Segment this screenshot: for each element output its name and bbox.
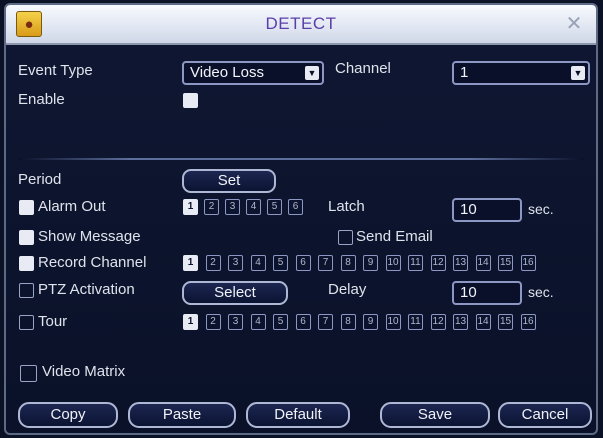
video-matrix-label: Video Matrix	[42, 363, 126, 380]
period-set-button[interactable]: Set	[182, 169, 276, 193]
show-message-label: Show Message	[38, 228, 141, 245]
delay-input[interactable]: 10	[452, 281, 522, 305]
tour-channel-box-3[interactable]: 3	[228, 314, 243, 330]
delay-unit: sec.	[528, 284, 554, 300]
chevron-down-icon: ▼	[571, 66, 585, 80]
close-icon[interactable]: ✕	[562, 12, 586, 36]
tour-channel-box-13[interactable]: 13	[453, 314, 468, 330]
tour-channel-box-11[interactable]: 11	[408, 314, 423, 330]
latch-label: Latch	[328, 198, 365, 215]
paste-button[interactable]: Paste	[128, 402, 236, 428]
tour-channel-box-14[interactable]: 14	[475, 314, 491, 330]
record-channel-box-4[interactable]: 4	[250, 255, 266, 271]
ptz-activation-label: PTZ Activation	[38, 281, 135, 298]
event-type-value: Video Loss	[190, 64, 264, 81]
record-channel-box-3[interactable]: 3	[228, 255, 243, 271]
cancel-button[interactable]: Cancel	[498, 402, 592, 428]
section-divider	[18, 158, 584, 160]
chevron-down-icon: ▼	[305, 66, 319, 80]
record-channel-box-13[interactable]: 13	[453, 255, 468, 271]
tour-channel-box-4[interactable]: 4	[250, 314, 266, 330]
tour-channel-box-15[interactable]: 15	[498, 314, 513, 330]
tour-channel-box-12[interactable]: 12	[430, 314, 446, 330]
enable-label: Enable	[18, 91, 65, 108]
alarm-out-box-6[interactable]: 6	[288, 199, 303, 215]
tour-channel-box-7[interactable]: 7	[318, 314, 333, 330]
tour-channel-box-16[interactable]: 16	[520, 314, 536, 330]
latch-unit: sec.	[528, 201, 554, 217]
tour-channel-box-2[interactable]: 2	[205, 314, 221, 330]
alarm-out-checkbox[interactable]	[19, 200, 34, 215]
alarm-out-box-1[interactable]: 1	[183, 199, 198, 215]
alarm-out-box-5[interactable]: 5	[267, 199, 282, 215]
enable-checkbox[interactable]	[183, 93, 198, 108]
tour-channel-box-10[interactable]: 10	[385, 314, 401, 330]
tour-label: Tour	[38, 313, 68, 330]
channel-select[interactable]: 1 ▼	[452, 61, 590, 85]
record-channel-box-2[interactable]: 2	[205, 255, 221, 271]
tour-checkbox[interactable]	[19, 315, 34, 330]
alarm-out-box-3[interactable]: 3	[225, 199, 240, 215]
record-channel-box-14[interactable]: 14	[475, 255, 491, 271]
record-channel-label: Record Channel	[38, 254, 147, 271]
default-button[interactable]: Default	[246, 402, 350, 428]
channel-label: Channel	[335, 60, 391, 77]
channel-value: 1	[460, 64, 469, 81]
record-channel-box-11[interactable]: 11	[408, 255, 423, 271]
record-channel-box-6[interactable]: 6	[295, 255, 311, 271]
record-channel-box-15[interactable]: 15	[498, 255, 513, 271]
tour-channel-box-8[interactable]: 8	[340, 314, 356, 330]
record-channel-box-7[interactable]: 7	[318, 255, 333, 271]
tour-channel-box-5[interactable]: 5	[273, 314, 288, 330]
delay-label: Delay	[328, 281, 367, 298]
record-channel-box-5[interactable]: 5	[273, 255, 288, 271]
alarm-out-box-2[interactable]: 2	[204, 199, 219, 215]
tour-channel-box-1[interactable]: 1	[183, 314, 198, 330]
ptz-select-button[interactable]: Select	[182, 281, 288, 305]
detect-dialog: ● DETECT ✕ Event Type Video Loss ▼ Chann…	[4, 3, 598, 435]
ptz-activation-checkbox[interactable]	[19, 283, 34, 298]
show-message-checkbox[interactable]	[19, 230, 34, 245]
tour-channel-box-6[interactable]: 6	[295, 314, 311, 330]
copy-button[interactable]: Copy	[18, 402, 118, 428]
dialog-title: DETECT	[265, 14, 337, 33]
record-channel-box-8[interactable]: 8	[340, 255, 356, 271]
record-channel-box-10[interactable]: 10	[385, 255, 401, 271]
latch-input[interactable]: 10	[452, 198, 522, 222]
record-channel-checkbox[interactable]	[19, 256, 34, 271]
record-channel-box-9[interactable]: 9	[363, 255, 378, 271]
tour-channel-box-9[interactable]: 9	[363, 314, 378, 330]
send-email-checkbox[interactable]	[338, 230, 353, 245]
send-email-label: Send Email	[356, 228, 433, 245]
title-bar: ● DETECT ✕	[6, 5, 596, 45]
event-type-select[interactable]: Video Loss ▼	[182, 61, 324, 85]
event-type-label: Event Type	[18, 62, 93, 79]
record-channel-box-1[interactable]: 1	[183, 255, 198, 271]
record-channel-box-16[interactable]: 16	[520, 255, 536, 271]
alarm-out-box-4[interactable]: 4	[246, 199, 261, 215]
save-button[interactable]: Save	[380, 402, 490, 428]
video-matrix-checkbox[interactable]	[20, 365, 37, 382]
alarm-out-label: Alarm Out	[38, 198, 106, 215]
period-label: Period	[18, 171, 62, 188]
record-channel-box-12[interactable]: 12	[430, 255, 446, 271]
